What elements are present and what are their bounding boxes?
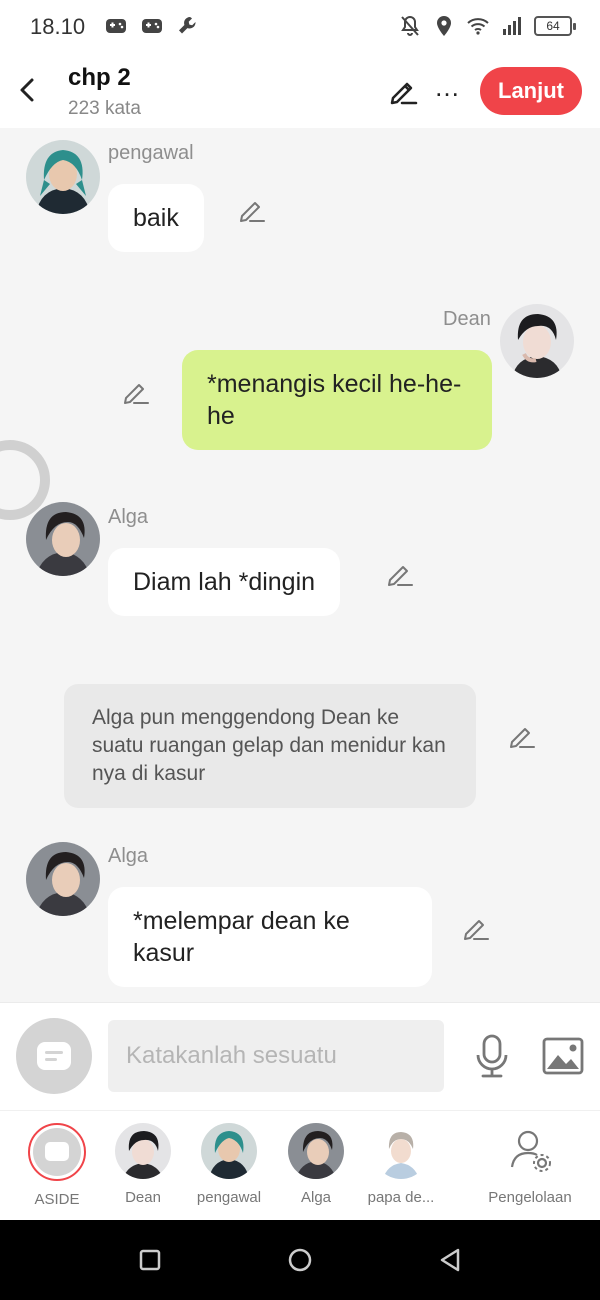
character-label: ASIDE (34, 1191, 80, 1208)
edit-message-icon[interactable] (238, 196, 266, 224)
aside-icon (28, 1123, 86, 1181)
message-bubble[interactable]: *menangis kecil he-he-he (182, 350, 492, 450)
edit-message-icon[interactable] (508, 722, 536, 750)
message-input[interactable] (108, 1020, 444, 1092)
word-count: 223 kata (68, 98, 141, 119)
android-nav-bar (0, 1220, 600, 1300)
next-button[interactable]: Lanjut (480, 67, 582, 115)
status-bar: 18.10 64 (0, 0, 600, 56)
recents-square-icon[interactable] (136, 1246, 164, 1274)
edit-message-icon[interactable] (122, 378, 150, 406)
message-bubble[interactable]: baik (108, 184, 204, 252)
avatar-alga[interactable] (26, 842, 100, 916)
status-time: 18.10 (30, 14, 86, 39)
signal-icon (503, 17, 521, 35)
game-controller-icon (142, 19, 162, 33)
microphone-icon[interactable] (474, 1033, 510, 1079)
message-input-bar (0, 1002, 600, 1110)
character-label: Dean (125, 1189, 161, 1206)
chapter-title: chp 2 (68, 64, 131, 91)
image-upload-icon[interactable] (542, 1037, 584, 1075)
manage-button[interactable]: Pengelolaan (478, 1123, 582, 1206)
wifi-icon (467, 18, 489, 35)
chapter-header: chp 2 223 kata … Lanjut (0, 56, 600, 128)
avatar-pengawal[interactable] (26, 140, 100, 214)
message-bubble[interactable]: Diam lah *dingin (108, 548, 341, 616)
avatar-alga[interactable] (26, 502, 100, 576)
avatar-dean[interactable] (500, 304, 574, 378)
more-options-icon[interactable]: … (434, 74, 461, 100)
location-icon (437, 16, 451, 36)
sender-name: Alga (108, 845, 149, 867)
chat-area[interactable]: pengawal baik Dean *menangis kecil he-he… (0, 128, 600, 1002)
avatar (373, 1123, 429, 1179)
user-settings-icon (510, 1130, 551, 1172)
battery-icon: 64 (534, 16, 576, 36)
avatar (201, 1123, 257, 1179)
avatar (288, 1123, 344, 1179)
character-aside[interactable]: ASIDE (14, 1123, 100, 1208)
back-triangle-icon[interactable] (436, 1246, 464, 1274)
character-label: Alga (300, 1189, 332, 1206)
character-label: pengawal (196, 1189, 262, 1206)
sender-name: Alga (108, 506, 149, 528)
character-dean[interactable]: Dean (100, 1123, 186, 1206)
game-controller-icon (106, 19, 126, 33)
chat-bubble-icon (37, 1042, 71, 1070)
sender-name: Dean (443, 308, 491, 330)
edit-message-icon[interactable] (386, 560, 414, 588)
character-papa[interactable]: papa de... (358, 1123, 444, 1206)
avatar (115, 1123, 171, 1179)
sender-name: pengawal (108, 142, 194, 164)
character-label: Pengelolaan (488, 1189, 572, 1206)
back-arrow-icon[interactable] (14, 74, 42, 106)
aside-toggle-button[interactable] (16, 1018, 92, 1094)
wrench-icon (179, 17, 196, 34)
home-circle-icon[interactable] (286, 1246, 314, 1274)
message-bubble[interactable]: *melempar dean ke kasur (108, 887, 432, 987)
character-bar: ASIDE Dean pengawal Alga papa de... Peng… (0, 1110, 600, 1220)
edit-message-icon[interactable] (462, 914, 490, 942)
character-alga[interactable]: Alga (273, 1123, 359, 1206)
narration-box[interactable]: Alga pun menggendong Dean ke suatu ruang… (64, 684, 476, 808)
edit-pencil-icon[interactable] (388, 76, 418, 106)
character-pengawal[interactable]: pengawal (186, 1123, 272, 1206)
mute-notification-icon (401, 15, 419, 36)
character-label: papa de... (367, 1189, 435, 1206)
